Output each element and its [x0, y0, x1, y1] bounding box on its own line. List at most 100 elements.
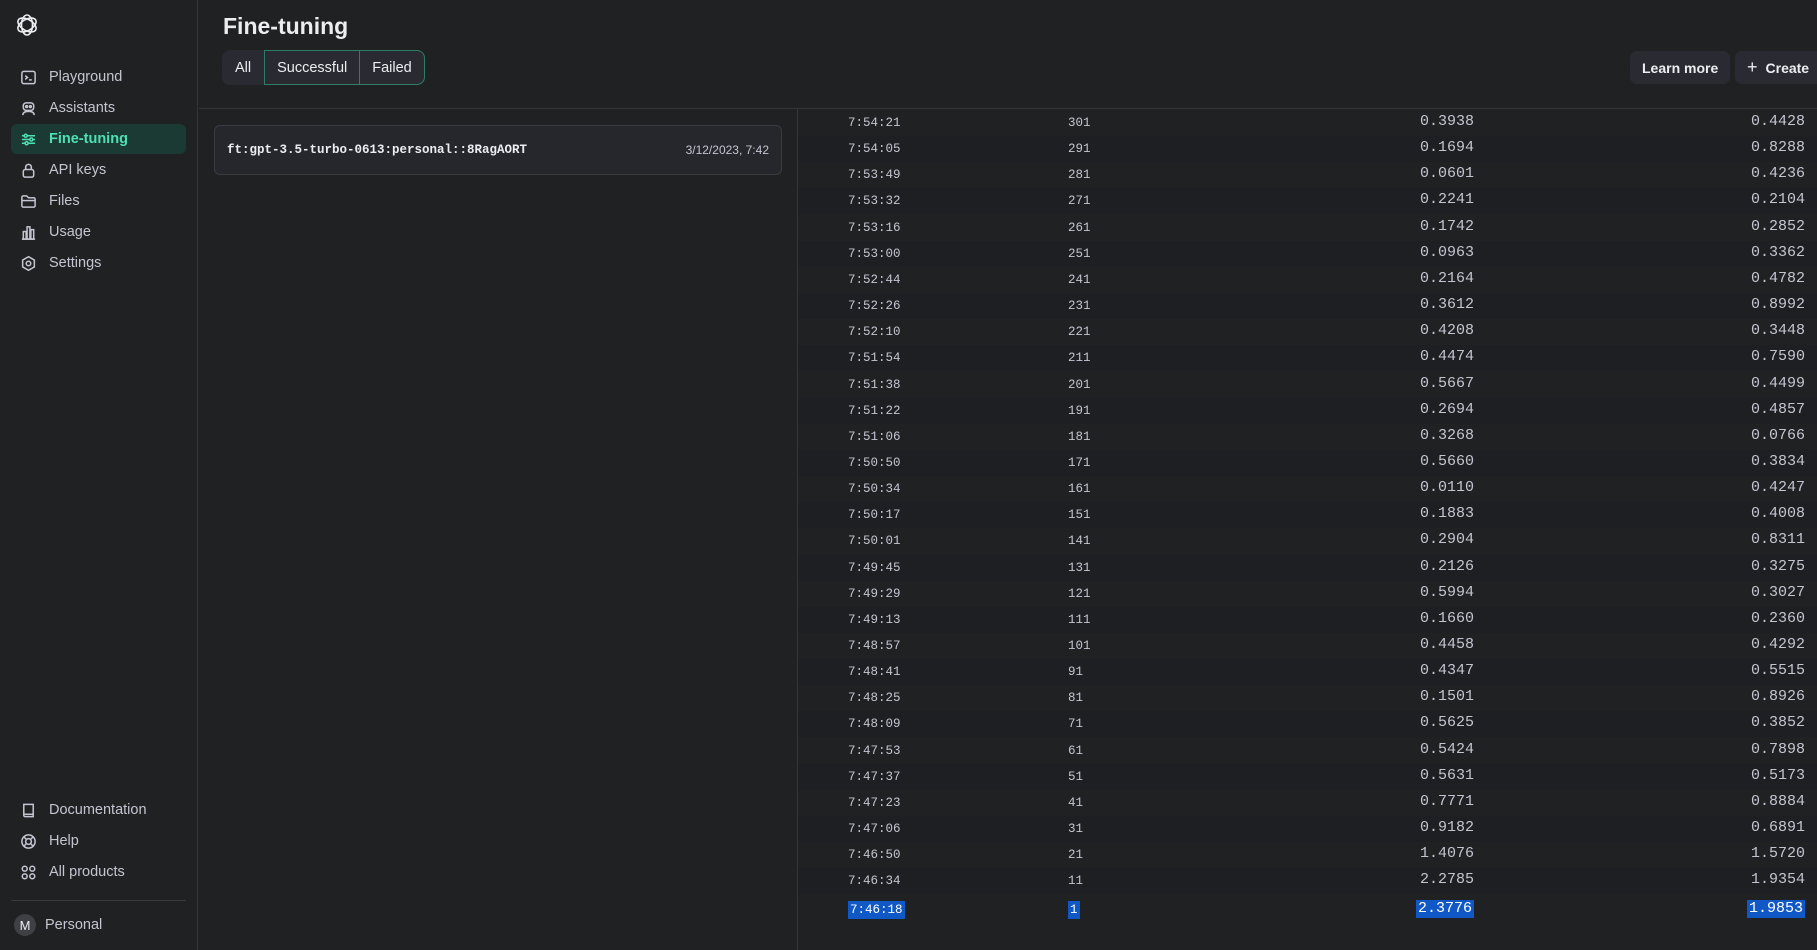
cell-accuracy: 0.3448	[1750, 322, 1805, 340]
cell-time: 7:54:05	[848, 142, 901, 157]
cell-step: 271	[1068, 194, 1091, 209]
sidebar-item-api-keys[interactable]: API keys	[11, 155, 186, 185]
sidebar-item-documentation[interactable]: Documentation	[11, 795, 186, 825]
filter-failed-button[interactable]: Failed	[360, 50, 425, 85]
sidebar-item-assistants[interactable]: Assistants	[11, 93, 186, 123]
cell-accuracy: 0.8926	[1750, 688, 1805, 706]
status-filter-group: All Successful Failed	[222, 50, 425, 85]
cell-step: 121	[1068, 586, 1091, 601]
sidebar-item-usage[interactable]: Usage	[11, 217, 186, 247]
job-list-item[interactable]: ft:gpt-3.5-turbo-0613:personal::8RagAORT…	[214, 125, 782, 175]
sidebar-item-fine-tuning[interactable]: Fine-tuning	[11, 124, 186, 154]
table-row[interactable]: 7:48:57 101 0.4458 0.4292	[798, 633, 1817, 659]
table-row[interactable]: 7:52:26 231 0.3612 0.8992	[798, 293, 1817, 320]
cell-loss: 0.5424	[1419, 740, 1474, 758]
cell-time: 7:47:06	[848, 822, 901, 837]
table-row[interactable]: 7:48:09 71 0.5625 0.3852	[798, 711, 1817, 738]
book-icon	[19, 801, 37, 819]
table-row[interactable]: 7:47:06 31 0.9182 0.6891	[798, 816, 1817, 843]
openai-logo-icon[interactable]	[14, 12, 40, 38]
cell-accuracy: 0.7898	[1750, 740, 1805, 758]
learn-more-button[interactable]: Learn more	[1630, 51, 1731, 84]
cell-time: 7:53:00	[848, 246, 901, 261]
cell-time: 7:47:37	[848, 769, 901, 784]
sidebar-item-label: Files	[49, 193, 80, 209]
table-row[interactable]: 7:47:23 41 0.7771 0.8884	[798, 790, 1817, 816]
cell-time: 7:48:41	[848, 665, 901, 680]
filter-all-button[interactable]: All	[222, 50, 264, 85]
cell-loss: 0.1501	[1419, 688, 1474, 706]
cell-time: 7:51:54	[848, 351, 901, 366]
cell-loss: 0.4474	[1419, 348, 1474, 366]
cell-loss: 0.3938	[1419, 113, 1474, 130]
cell-accuracy: 0.3852	[1750, 714, 1805, 732]
cell-accuracy: 1.9354	[1750, 871, 1805, 889]
sidebar-item-label: Help	[49, 833, 79, 849]
table-row[interactable]: 7:54:21 301 0.3938 0.4428	[798, 110, 1817, 136]
cell-loss: 0.1660	[1419, 609, 1474, 627]
training-metrics-table[interactable]: 7:54:21 301 0.3938 0.4428 7:54:05 291 0.1694 0.…	[798, 109, 1817, 950]
table-row[interactable]: 7:48:41 91 0.4347 0.5515	[798, 659, 1817, 686]
sliders-icon	[19, 130, 37, 148]
table-row[interactable]: 7:47:37 51 0.5631 0.5173	[798, 763, 1817, 790]
table-row[interactable]: 7:46:18 1 2.3776 1.9853	[798, 895, 1817, 921]
table-row[interactable]: 7:53:49 281 0.0601 0.4236	[798, 162, 1817, 188]
cell-accuracy: 0.5515	[1750, 662, 1805, 680]
sidebar-item-help[interactable]: Help	[11, 826, 186, 856]
table-row[interactable]: 7:47:53 61 0.5424 0.7898	[798, 738, 1817, 764]
cell-loss: 0.4347	[1419, 662, 1474, 680]
table-row[interactable]: 7:49:13 111 0.1660 0.2360	[798, 606, 1817, 633]
sidebar-item-playground[interactable]: Playground	[11, 62, 186, 92]
cell-step: 91	[1068, 665, 1084, 680]
table-row[interactable]: 7:53:32 271 0.2241 0.2104	[798, 188, 1817, 215]
sidebar: Playground Assistants Fine-tuning API ke…	[0, 0, 198, 950]
cell-step: 1	[1068, 900, 1080, 919]
table-row[interactable]: 7:53:16 261 0.1742 0.2852	[798, 215, 1817, 241]
cell-loss: 0.5994	[1419, 583, 1474, 601]
table-row[interactable]: 7:50:01 141 0.2904 0.8311	[798, 528, 1817, 554]
cell-step: 171	[1068, 455, 1091, 470]
table-row[interactable]: 7:52:44 241 0.2164 0.4782	[798, 267, 1817, 293]
table-row[interactable]: 7:46:50 21 1.4076 1.5720	[798, 842, 1817, 868]
cell-step: 51	[1068, 769, 1084, 784]
table-row[interactable]: 7:52:10 221 0.4208 0.3448	[798, 319, 1817, 345]
cell-accuracy: 0.4499	[1750, 374, 1805, 392]
table-row[interactable]: 7:46:34 11 2.2785 1.9354	[798, 868, 1817, 895]
table-row[interactable]: 7:51:38 201 0.5667 0.4499	[798, 372, 1817, 398]
table-row[interactable]: 7:50:34 161 0.0110 0.4247	[798, 476, 1817, 502]
table-row[interactable]: 7:49:45 131 0.2126 0.3275	[798, 554, 1817, 581]
cell-step: 161	[1068, 482, 1091, 497]
table-row[interactable]: 7:54:05 291 0.1694 0.8288	[798, 136, 1817, 163]
sidebar-item-settings[interactable]: Settings	[11, 248, 186, 278]
cell-time: 7:48:25	[848, 691, 901, 706]
cell-time: 7:47:53	[848, 743, 901, 758]
sidebar-item-label: Assistants	[49, 100, 116, 116]
table-row[interactable]: 7:49:29 121 0.5994 0.3027	[798, 581, 1817, 607]
cell-loss: 0.5631	[1419, 766, 1474, 784]
cell-loss: 0.9182	[1419, 819, 1474, 837]
sidebar-item-files[interactable]: Files	[11, 186, 186, 216]
plus-icon: +	[1747, 57, 1758, 77]
cell-time: 7:54:21	[848, 116, 901, 130]
bar-chart-icon	[19, 223, 37, 241]
table-row[interactable]: 7:48:25 81 0.1501 0.8926	[798, 685, 1817, 711]
create-button[interactable]: + Create	[1735, 51, 1817, 84]
table-row[interactable]: 7:51:06 181 0.3268 0.0766	[798, 424, 1817, 450]
sidebar-item-label: All products	[49, 864, 125, 880]
table-row[interactable]: 7:51:54 211 0.4474 0.7590	[798, 345, 1817, 372]
table-row[interactable]: 7:50:17 151 0.1883 0.4008	[798, 502, 1817, 529]
table-row[interactable]: 7:50:50 171 0.5660 0.3834	[798, 449, 1817, 476]
table-row[interactable]: 7:51:22 191 0.2694 0.4857	[798, 397, 1817, 424]
cell-accuracy: 0.0766	[1750, 426, 1805, 444]
table-row[interactable]: 7:53:00 251 0.0963 0.3362	[798, 240, 1817, 267]
cell-loss: 0.7771	[1419, 792, 1474, 810]
cell-time: 7:52:10	[848, 325, 901, 340]
folder-icon	[19, 192, 37, 210]
filter-successful-button[interactable]: Successful	[264, 50, 361, 85]
sidebar-item-all-products[interactable]: All products	[11, 857, 186, 887]
cell-time: 7:50:01	[848, 534, 901, 549]
account-switcher[interactable]: M Personal	[14, 912, 102, 938]
cell-loss: 0.3612	[1419, 296, 1474, 314]
cell-loss: 0.4208	[1419, 322, 1474, 340]
cell-step: 111	[1068, 612, 1091, 627]
